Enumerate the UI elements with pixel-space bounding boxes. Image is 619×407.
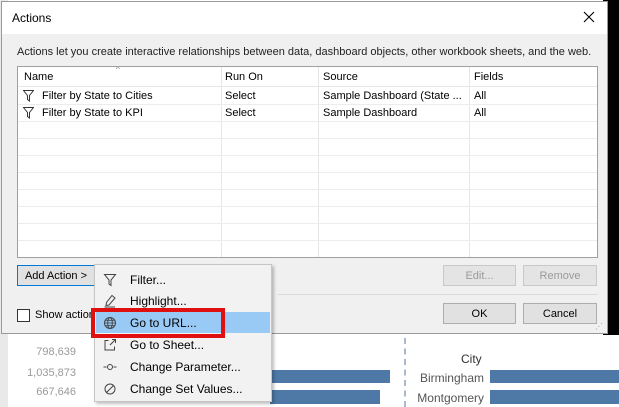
row-fields: All xyxy=(474,107,487,119)
column-header-run-on[interactable]: Run On xyxy=(225,71,263,83)
menu-item-filter[interactable]: Filter... xyxy=(96,269,270,290)
highlighter-icon xyxy=(104,294,116,308)
background-bar xyxy=(490,370,619,383)
row-run-on: Select xyxy=(225,90,256,102)
filter-icon xyxy=(103,274,117,287)
show-action-label: Show action xyxy=(35,309,95,321)
remove-button[interactable]: Remove xyxy=(523,265,597,286)
table-row[interactable]: Filter by State to KPI Select Sample Das… xyxy=(18,105,597,122)
cancel-button[interactable]: Cancel xyxy=(523,303,597,324)
menu-item-change-parameter[interactable]: Change Parameter... xyxy=(96,356,270,377)
annotation-highlight-box xyxy=(91,308,225,338)
dialog-titlebar[interactable]: Actions xyxy=(2,2,607,34)
empty-row xyxy=(18,190,597,207)
empty-row xyxy=(18,156,597,173)
background-divider xyxy=(404,338,406,407)
menu-item-label: Change Set Values... xyxy=(130,382,243,396)
empty-row xyxy=(18,224,597,241)
resize-grip-icon[interactable]: ⋰ xyxy=(595,322,603,331)
ok-button[interactable]: OK xyxy=(443,303,516,324)
column-header-source[interactable]: Source xyxy=(323,71,358,83)
actions-list[interactable]: ^ Name Run On Source Fields Filter by St… xyxy=(17,66,598,258)
menu-item-label: Highlight... xyxy=(130,294,187,308)
background-bar xyxy=(270,370,390,383)
row-fields: All xyxy=(474,90,487,102)
city-header: City xyxy=(461,352,482,366)
table-row[interactable]: Filter by State to Cities Select Sample … xyxy=(18,88,597,105)
background-value: 798,639 xyxy=(36,346,76,358)
menu-item-label: Filter... xyxy=(130,273,167,287)
set-values-icon xyxy=(104,383,116,395)
close-button[interactable] xyxy=(574,4,604,30)
edit-button[interactable]: Edit... xyxy=(443,265,516,286)
sort-ascending-icon: ^ xyxy=(116,66,120,74)
filter-icon xyxy=(23,107,34,119)
parameter-icon xyxy=(103,364,117,370)
empty-row xyxy=(18,173,597,190)
row-run-on: Select xyxy=(225,107,256,119)
add-action-button[interactable]: Add Action > xyxy=(17,265,95,286)
show-action-checkbox[interactable] xyxy=(17,308,30,322)
background-value: 667,646 xyxy=(36,386,76,398)
dialog-description: Actions let you create interactive relat… xyxy=(17,46,592,58)
background-bar xyxy=(490,390,619,404)
row-name: Filter by State to Cities xyxy=(42,90,153,102)
column-header-fields[interactable]: Fields xyxy=(474,71,503,83)
city-label: Birmingham xyxy=(419,371,484,385)
divider xyxy=(278,294,598,295)
empty-row xyxy=(18,139,597,156)
empty-row xyxy=(18,207,597,224)
menu-item-change-set-values[interactable]: Change Set Values... xyxy=(96,378,270,399)
empty-row xyxy=(18,122,597,139)
city-label: Montgomery xyxy=(417,391,484,405)
row-name: Filter by State to KPI xyxy=(42,107,143,119)
show-action-option[interactable]: Show action xyxy=(17,308,95,322)
menu-item-label: Change Parameter... xyxy=(130,360,241,374)
go-to-sheet-icon xyxy=(104,339,116,351)
actions-dialog: Actions Actions let you create interacti… xyxy=(1,1,608,334)
menu-item-label: Go to Sheet... xyxy=(130,338,205,352)
list-header: ^ Name Run On Source Fields xyxy=(18,67,597,87)
dialog-title: Actions xyxy=(12,11,52,25)
background-value: 1,035,873 xyxy=(27,367,76,379)
close-icon xyxy=(583,11,595,23)
background-bar xyxy=(270,390,380,404)
row-source: Sample Dashboard (State ... xyxy=(323,90,462,102)
column-header-name[interactable]: Name xyxy=(24,71,53,83)
filter-icon xyxy=(23,90,34,102)
row-source: Sample Dashboard xyxy=(323,107,418,119)
